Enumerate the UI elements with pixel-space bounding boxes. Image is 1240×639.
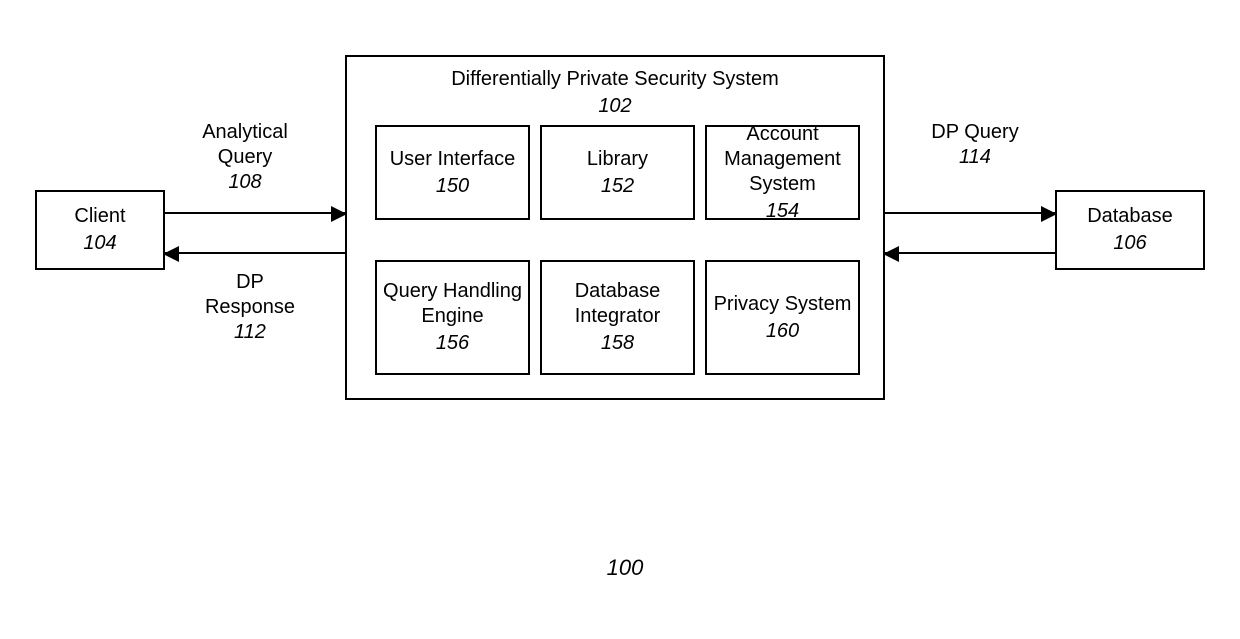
module-privacy-system-number: 160: [766, 319, 799, 344]
label-dp-response: DP Response 112: [195, 270, 305, 345]
module-account-management: Account Management System 154: [705, 125, 860, 220]
figure-number: 100: [595, 555, 655, 581]
label-dp-query: DP Query 114: [925, 120, 1025, 170]
label-dp-query-number: 114: [925, 145, 1025, 170]
diagram-stage: Client 104 Database 106 Differentially P…: [0, 0, 1240, 639]
label-dp-response-title: DP Response: [195, 270, 305, 320]
client-box: Client 104: [35, 190, 165, 270]
database-number: 106: [1113, 231, 1146, 256]
module-library-title: Library: [587, 147, 648, 172]
module-database-integrator-title: Database Integrator: [542, 279, 693, 329]
label-analytical-query-title: Analytical Query: [185, 120, 305, 170]
dp-security-system-title: Differentially Private Security System: [451, 67, 779, 92]
module-privacy-system-title: Privacy System: [714, 292, 852, 317]
arrow-dp-query: [885, 212, 1055, 214]
label-analytical-query: Analytical Query 108: [185, 120, 305, 195]
module-user-interface-title: User Interface: [390, 147, 516, 172]
dp-security-system-number: 102: [598, 94, 631, 119]
client-title: Client: [74, 204, 125, 229]
arrow-analytical-query: [165, 212, 345, 214]
database-title: Database: [1087, 204, 1173, 229]
module-user-interface: User Interface 150: [375, 125, 530, 220]
arrow-db-return: [885, 252, 1055, 254]
module-query-handling-engine: Query Handling Engine 156: [375, 260, 530, 375]
label-dp-response-number: 112: [195, 320, 305, 345]
module-user-interface-number: 150: [436, 174, 469, 199]
label-analytical-query-number: 108: [185, 170, 305, 195]
module-account-management-number: 154: [766, 199, 799, 224]
module-library-number: 152: [601, 174, 634, 199]
module-query-handling-engine-number: 156: [436, 331, 469, 356]
module-library: Library 152: [540, 125, 695, 220]
module-privacy-system: Privacy System 160: [705, 260, 860, 375]
module-database-integrator: Database Integrator 158: [540, 260, 695, 375]
module-account-management-title: Account Management System: [707, 122, 858, 197]
arrow-dp-response: [165, 252, 345, 254]
module-database-integrator-number: 158: [601, 331, 634, 356]
label-dp-query-title: DP Query: [925, 120, 1025, 145]
module-query-handling-engine-title: Query Handling Engine: [377, 279, 528, 329]
database-box: Database 106: [1055, 190, 1205, 270]
client-number: 104: [83, 231, 116, 256]
